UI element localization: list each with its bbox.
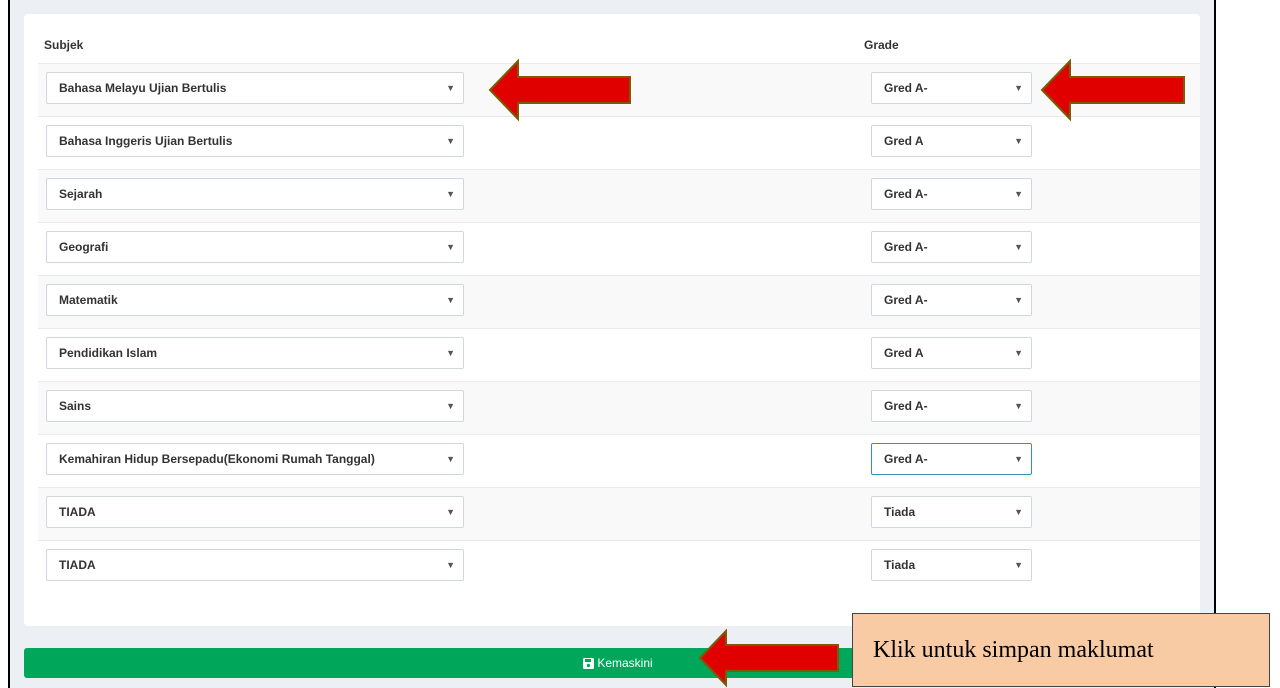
subject-value: Sains: [59, 399, 92, 413]
subject-value: TIADA: [59, 558, 96, 572]
table-row: Pendidikan Islam ▼ Gred A ▼: [38, 328, 1200, 381]
instruction-callout: Klik untuk simpan maklumat: [852, 613, 1270, 687]
grade-select[interactable]: Gred A ▼: [871, 337, 1032, 369]
grade-select[interactable]: Tiada ▼: [871, 496, 1032, 528]
subject-value: Kemahiran Hidup Bersepadu(Ekonomi Rumah …: [59, 452, 375, 466]
table-row: Matematik ▼ Gred A- ▼: [38, 275, 1200, 328]
grade-value: Gred A-: [884, 240, 928, 254]
grade-select[interactable]: Tiada ▼: [871, 549, 1032, 581]
subject-select[interactable]: Pendidikan Islam ▼: [46, 337, 464, 369]
grade-select[interactable]: Gred A- ▼: [871, 178, 1032, 210]
grade-value: Gred A-: [884, 81, 928, 95]
grade-select[interactable]: Gred A- ▼: [871, 231, 1032, 263]
subject-select[interactable]: Matematik ▼: [46, 284, 464, 316]
subject-select[interactable]: TIADA ▼: [46, 496, 464, 528]
grade-value: Gred A-: [884, 187, 928, 201]
dropdown-caret-icon: ▼: [1014, 136, 1023, 146]
table-row: TIADA ▼ Tiada ▼: [38, 540, 1200, 593]
grade-column-header: Grade: [864, 38, 899, 52]
dropdown-caret-icon: ▼: [446, 295, 455, 305]
dropdown-caret-icon: ▼: [446, 348, 455, 358]
subject-value: Sejarah: [59, 187, 103, 201]
subject-select[interactable]: Sejarah ▼: [46, 178, 464, 210]
subject-value: Matematik: [59, 293, 118, 307]
grade-select[interactable]: Gred A- ▼: [871, 72, 1032, 104]
dropdown-caret-icon: ▼: [446, 242, 455, 252]
subject-select[interactable]: TIADA ▼: [46, 549, 464, 581]
dropdown-caret-icon: ▼: [1014, 189, 1023, 199]
annotation-arrow-subject: [488, 58, 631, 122]
grade-value: Tiada: [884, 505, 916, 519]
grade-value: Gred A-: [884, 293, 928, 307]
subject-select[interactable]: Geografi ▼: [46, 231, 464, 263]
dropdown-caret-icon: ▼: [1014, 454, 1023, 464]
grade-value: Gred A-: [884, 452, 928, 466]
subject-select[interactable]: Sains ▼: [46, 390, 464, 422]
dropdown-caret-icon: ▼: [446, 454, 455, 464]
dropdown-caret-icon: ▼: [446, 136, 455, 146]
dropdown-caret-icon: ▼: [446, 189, 455, 199]
table-row: Geografi ▼ Gred A- ▼: [38, 222, 1200, 275]
grade-select[interactable]: Gred A- ▼: [871, 284, 1032, 316]
dropdown-caret-icon: ▼: [1014, 560, 1023, 570]
grade-value: Gred A: [884, 134, 924, 148]
subject-column-header: Subjek: [44, 38, 84, 52]
subject-value: Bahasa Inggeris Ujian Bertulis: [59, 134, 233, 148]
grade-value: Tiada: [884, 558, 916, 572]
grade-select[interactable]: Gred A- ▼: [871, 390, 1032, 422]
table-row: Bahasa Inggeris Ujian Bertulis ▼ Gred A ▼: [38, 116, 1200, 169]
subject-value: Pendidikan Islam: [59, 346, 158, 360]
dropdown-caret-icon: ▼: [446, 401, 455, 411]
subject-select[interactable]: Kemahiran Hidup Bersepadu(Ekonomi Rumah …: [46, 443, 464, 475]
grade-select[interactable]: Gred A ▼: [871, 125, 1032, 157]
dropdown-caret-icon: ▼: [446, 507, 455, 517]
table-row: TIADA ▼ Tiada ▼: [38, 487, 1200, 540]
dropdown-caret-icon: ▼: [1014, 295, 1023, 305]
subject-select[interactable]: Bahasa Inggeris Ujian Bertulis ▼: [46, 125, 464, 157]
dropdown-caret-icon: ▼: [1014, 242, 1023, 252]
grade-select[interactable]: Gred A- ▼: [871, 443, 1032, 475]
dropdown-caret-icon: ▼: [446, 560, 455, 570]
dropdown-caret-icon: ▼: [1014, 507, 1023, 517]
kemaskini-label: Kemaskini: [597, 656, 653, 670]
dropdown-caret-icon: ▼: [446, 83, 455, 93]
subject-value: Bahasa Melayu Ujian Bertulis: [59, 81, 227, 95]
subject-value: Geografi: [59, 240, 109, 254]
dropdown-caret-icon: ▼: [1014, 83, 1023, 93]
annotation-arrow-button: [698, 628, 839, 688]
dropdown-caret-icon: ▼: [1014, 348, 1023, 358]
subject-select[interactable]: Bahasa Melayu Ujian Bertulis ▼: [46, 72, 464, 104]
grade-value: Gred A-: [884, 399, 928, 413]
table-row: Sejarah ▼ Gred A- ▼: [38, 169, 1200, 222]
annotation-arrow-grade: [1040, 58, 1185, 122]
grade-value: Gred A: [884, 346, 924, 360]
subject-value: TIADA: [59, 505, 96, 519]
save-icon: [583, 650, 595, 680]
dropdown-caret-icon: ▼: [1014, 401, 1023, 411]
table-row: Kemahiran Hidup Bersepadu(Ekonomi Rumah …: [38, 434, 1200, 487]
table-row: Sains ▼ Gred A- ▼: [38, 381, 1200, 434]
